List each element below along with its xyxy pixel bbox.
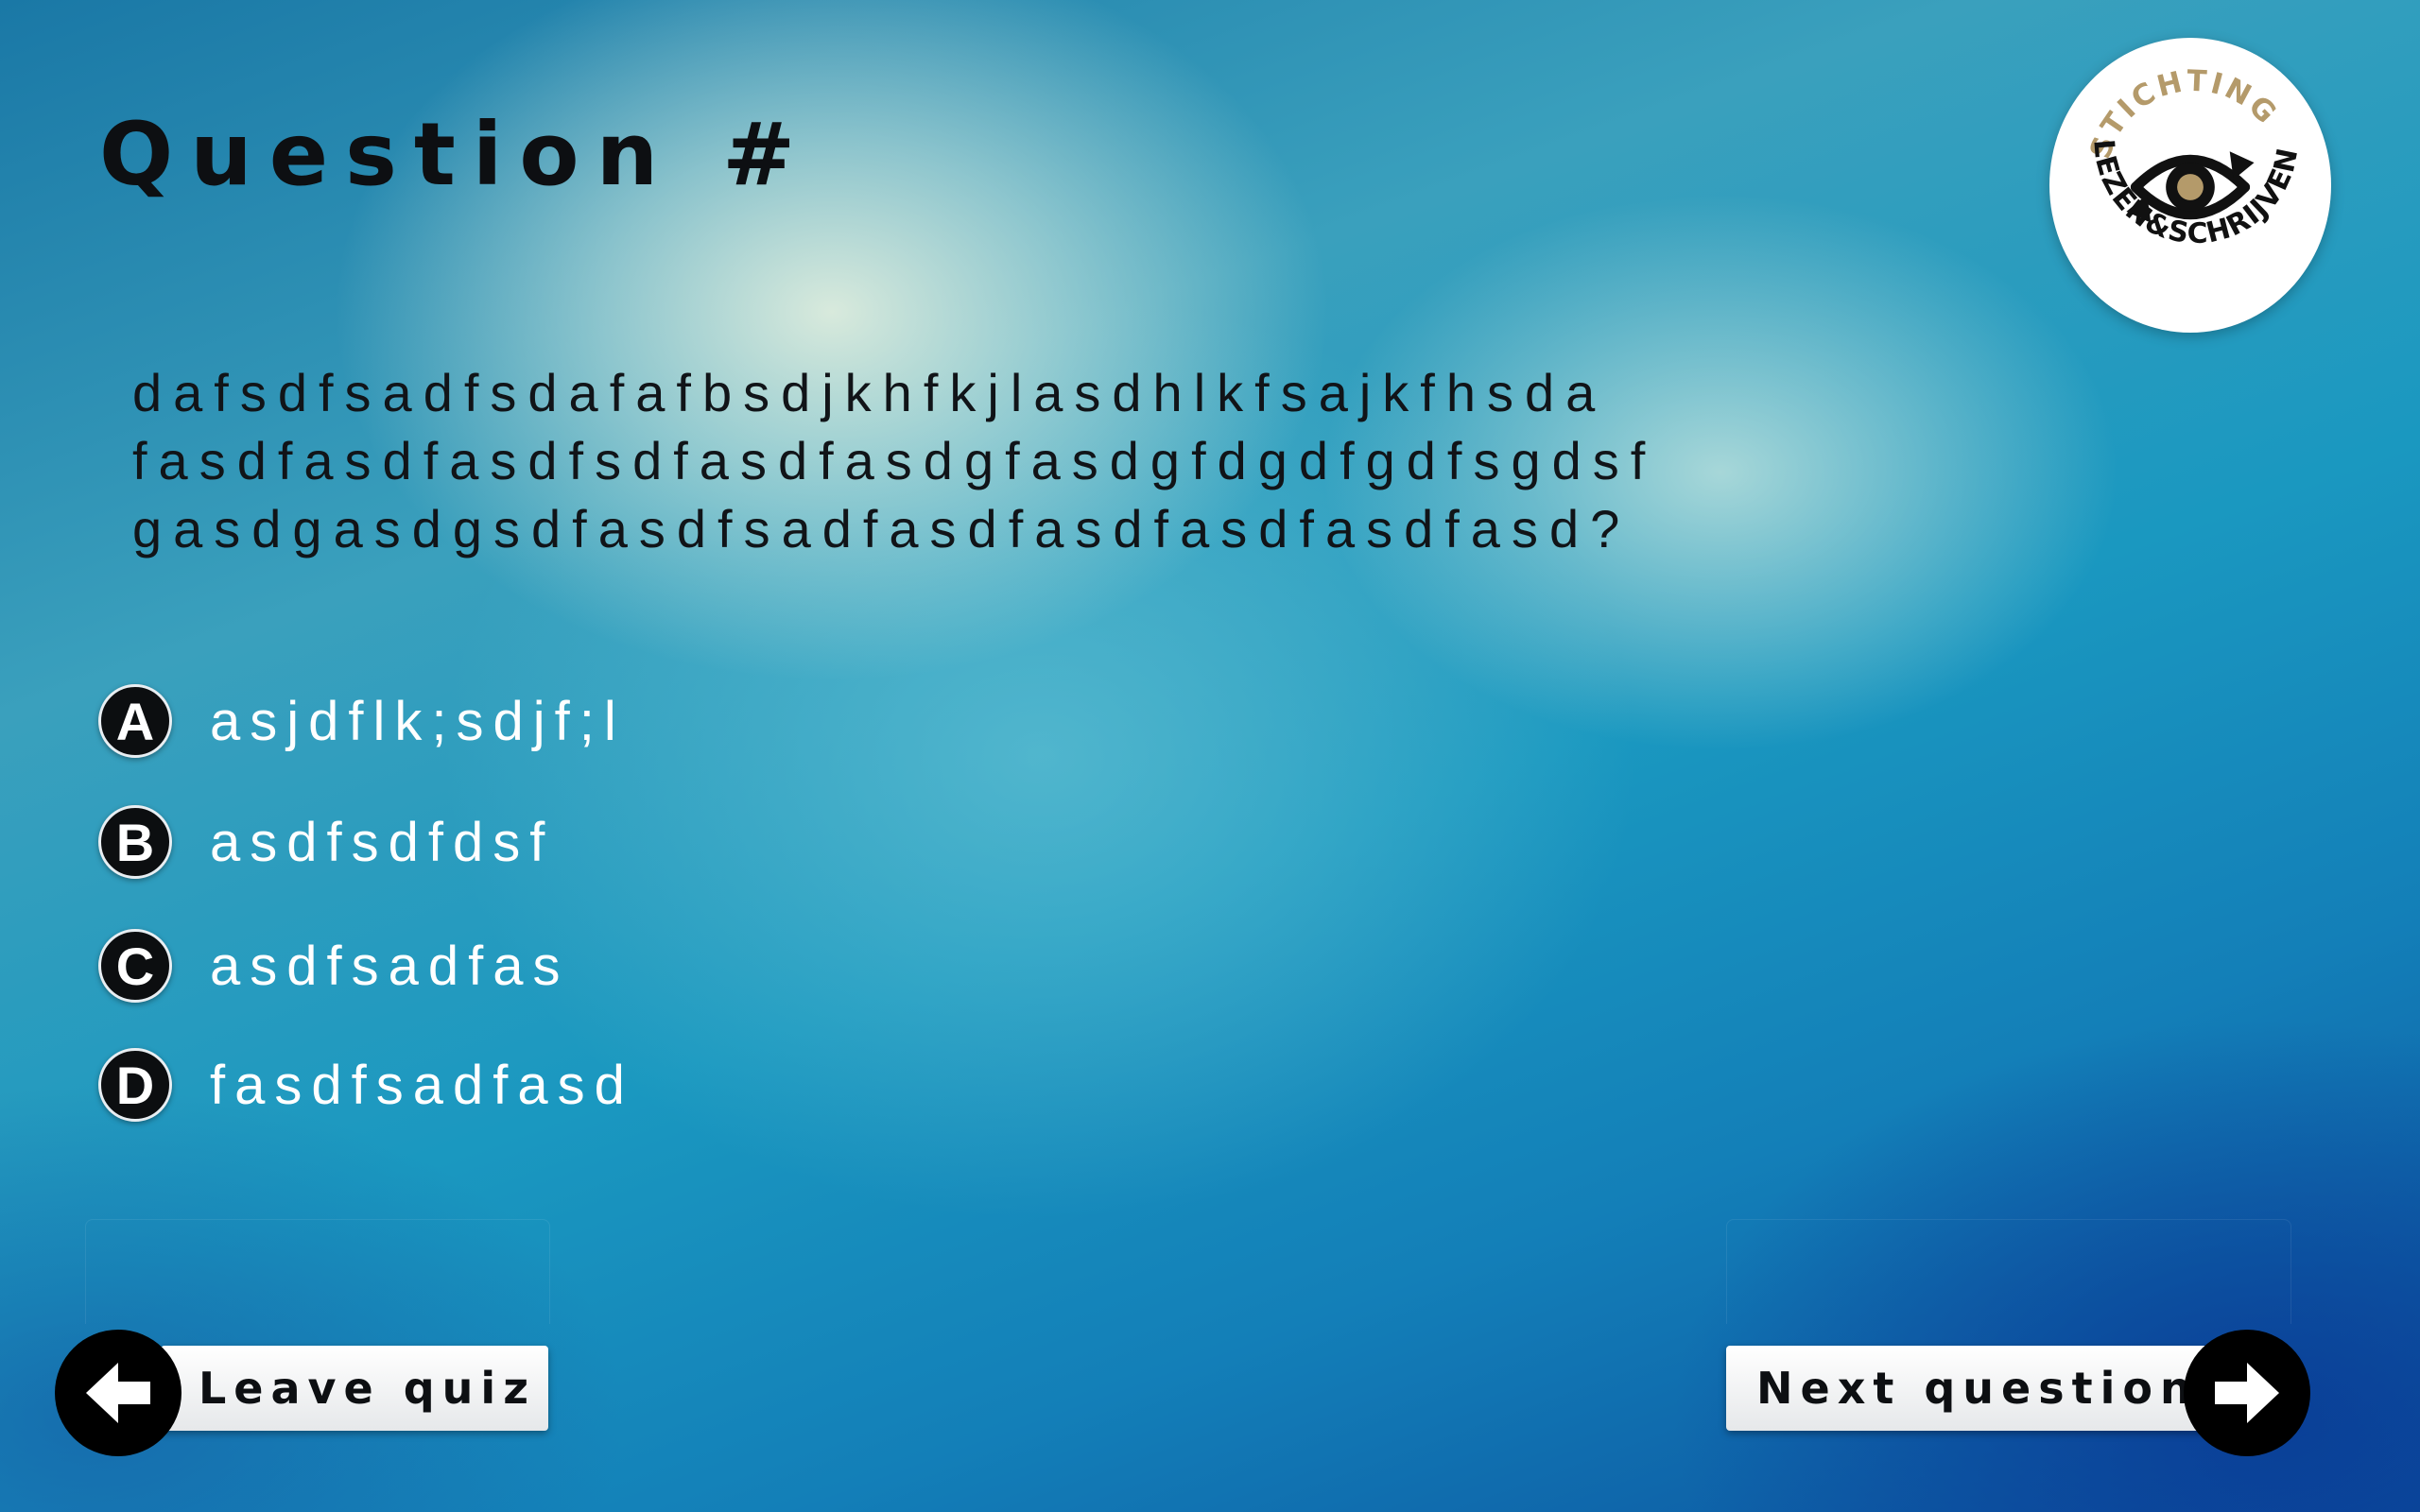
question-text: dafsdfsadfsdafafbsdjkhfkjlasdhlkfsajkfhs…	[132, 359, 1796, 563]
answer-letter-badge[interactable]: A	[98, 684, 172, 758]
answer-text[interactable]: asdfsadfas	[210, 935, 570, 998]
answer-text[interactable]: asdfsdfdsf	[210, 811, 554, 874]
answer-option-a[interactable]: A asjdflk;sdjf;l	[98, 682, 626, 760]
leave-quiz-button[interactable]: Leave quiz	[161, 1346, 548, 1431]
next-question-label[interactable]: Next question	[1756, 1363, 2199, 1414]
answer-letter-badge[interactable]: B	[98, 805, 172, 879]
answer-letter-badge[interactable]: C	[98, 929, 172, 1003]
answer-option-c[interactable]: C asdfsadfas	[98, 927, 570, 1005]
question-line: gasdgasdgsdfasdfsadfasdfasdfasdfasdfasd?	[132, 499, 1632, 558]
next-question-button[interactable]: Next question	[1726, 1346, 2218, 1431]
answer-text[interactable]: asjdflk;sdjf;l	[210, 690, 626, 753]
arrow-left-icon[interactable]	[55, 1330, 182, 1456]
arrow-right-icon[interactable]	[2184, 1330, 2310, 1456]
question-line: dafsdfsadfsdafafbsdjkhfkjlasdhlkfsajkfhs…	[132, 363, 1607, 422]
question-line: fasdfasdfasdfsdfasdfasdgfasdgfdgdfgdfsgd…	[132, 431, 1657, 490]
decorative-frame	[1726, 1219, 2291, 1324]
decorative-frame	[85, 1219, 550, 1324]
answer-option-b[interactable]: B asdfsdfdsf	[98, 803, 554, 881]
answer-text[interactable]: fasdfsadfasd	[210, 1054, 634, 1117]
leave-quiz-label[interactable]: Leave quiz	[199, 1363, 536, 1414]
answer-letter-badge[interactable]: D	[98, 1048, 172, 1122]
question-title: Question #	[99, 104, 813, 205]
stichting-lezen-schrijven-logo: STICHTING LEZEN&SCHRIJVEN	[2049, 38, 2331, 333]
logo-graphic: STICHTING LEZEN&SCHRIJVEN	[2083, 64, 2305, 250]
answer-option-d[interactable]: D fasdfsadfasd	[98, 1046, 634, 1124]
